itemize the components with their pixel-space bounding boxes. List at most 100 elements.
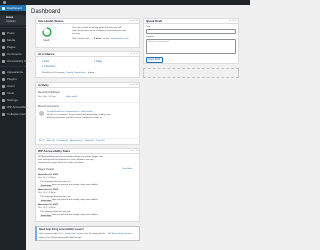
wrench-icon [2,91,5,95]
sidebar-item-label: Appearance [7,69,24,74]
entry-line: were not present but nearby, skips were … [52,199,98,201]
page-icon [2,45,5,49]
collapse-toggle-icon[interactable]: ▴ [136,84,138,86]
sidebar-item-comments[interactable]: Comments [0,51,26,57]
page-title: Dashboard [31,9,61,15]
move-up-icon[interactable]: ▲ [229,20,231,22]
move-down-icon[interactable]: ▼ [133,53,135,55]
admin-sidebar: Dashboard Home Updates Posts Media Pages… [0,5,32,250]
pages-count-link[interactable]: 1 Page [94,60,102,63]
sidebar-item-label: Accessibility Notes [7,58,33,63]
save-draft-button[interactable]: Save Draft [146,57,163,63]
comments-count-link[interactable]: 1 Comment [42,65,55,68]
filter-trash[interactable]: Trash (0) [96,140,105,143]
help-notice: Need help fixing accessibility issues? G… [35,226,140,241]
collapse-toggle-icon[interactable]: ▴ [136,150,138,152]
sidebar-item-label: Tools [7,90,15,95]
widget-title: WP Accessibility Stats [38,149,71,153]
move-down-icon[interactable]: ▼ [232,20,234,22]
filter-spam[interactable]: Spam (0) [85,140,94,143]
at-a-glance-widget: At a Glance ▲ ▼ ▴ 1 Post 1 Page 1 Commen… [35,51,140,78]
sidebar-item-label: Dashboard [7,5,22,10]
filter-pending[interactable]: Pending (0) [57,140,68,143]
view-more-link[interactable]: View More [122,168,132,171]
move-up-icon[interactable]: ▲ [130,53,132,55]
health-item-count: 5 items [94,38,102,40]
sidebar-item-accessibility-notes[interactable]: Accessibility Notes [0,58,32,64]
sidebar-item-plugins[interactable]: Plugins [0,76,26,82]
wp-version-text: WordPress 6.4 running [42,72,65,74]
sidebar-item-pages[interactable]: Pages [0,44,26,50]
sidebar-item-wp-accessibility[interactable]: WP Accessibility [0,104,29,110]
widget-controls: ▲ ▼ ▴ [130,84,138,86]
entry-line: were not present but nearby, skips were … [52,214,98,216]
entry-time: Nov 16 @ 4:38pm [38,207,56,209]
health-status-icon [42,27,52,37]
sidebar-item-label: WP Accessibility [7,104,29,109]
collapse-toggle-icon[interactable]: ▴ [136,20,138,22]
users-icon [2,84,5,88]
draft-title-input[interactable] [146,29,236,34]
sidebar-item-label: Users [7,83,15,88]
sidebar-item-label: Media [7,37,16,42]
draft-content-input[interactable]: What's on your mind? [146,39,236,54]
sidebar-item-settings[interactable]: Settings [0,97,26,103]
widget-controls: ▲ ▼ ▴ [130,53,138,55]
comment-filters: All (1) Mine (0) Pending (0) Approved (1… [39,140,105,143]
activity-widget: Activity ▲ ▼ ▴ Recently Published Nov 16… [35,82,140,145]
dashboard-submenu: Home Updates [0,15,26,25]
theme-link[interactable]: Twenty Twenty-Four [66,72,86,75]
menu-separator [0,66,26,67]
sidebar-item-appearance[interactable]: Appearance [0,69,26,75]
move-up-icon[interactable]: ▲ [130,20,132,22]
submenu-item-updates[interactable]: Updates [6,20,16,23]
entry-time: Nov 16 @ 4:38pm [38,192,56,194]
entry-line: were not present but nearby, skips were … [52,184,98,186]
recent-comments-heading: Recent Comments [38,105,59,108]
sidebar-item-media[interactable]: Media [0,37,26,43]
widget-header: At a Glance ▲ ▼ ▴ [36,52,139,57]
posts-count-link[interactable]: 1 Post [42,60,49,63]
filter-all[interactable]: All (1) [39,140,45,143]
wordpress-logo-icon[interactable] [3,1,6,4]
move-down-icon[interactable]: ▼ [133,150,135,152]
collapse-toggle-icon[interactable]: ▴ [136,53,138,55]
sidebar-item-users[interactable]: Users [0,83,26,89]
widget-controls: ▲ ▼ ▴ [130,20,138,22]
health-text: on the [103,38,110,40]
health-text: Take a look at the [72,38,90,40]
admin-bar [0,0,250,5]
pin-icon [2,31,5,35]
move-down-icon[interactable]: ▼ [133,20,135,22]
published-date: Nov 16th, 2:09 pm [38,96,56,98]
move-down-icon[interactable]: ▼ [133,84,135,86]
sidebar-item-label: Pages [7,44,16,49]
wp-accessibility-services-link[interactable]: WP Accessibility Services [108,233,133,236]
sidebar-item-label: Comments [7,51,22,56]
fixed-skips-badge: Fixed skips [40,199,53,202]
draft-content-placeholder: What's on your mind? [148,41,170,43]
sidebar-item-posts[interactable]: Posts [0,30,26,36]
filter-approved[interactable]: Approved (1) [70,140,83,143]
sidebar-item-label: Plugins [7,76,17,81]
site-health-link[interactable]: Site Health screen [111,38,129,41]
widget-title: At a Glance [38,52,55,56]
sidebar-item-label: Collapse menu [7,111,28,116]
wp-accessibility-stats-widget: WP Accessibility Stats ▲ ▼ ▴ WP Accessib… [35,148,140,222]
sidebar-item-collapse-menu[interactable]: Collapse menu [0,111,28,117]
move-up-icon[interactable]: ▲ [130,84,132,86]
sidebar-item-tools[interactable]: Tools [0,90,26,96]
filter-mine[interactable]: Mine (0) [47,140,55,143]
widget-controls: ▲ ▼ ▴ [229,20,237,22]
recently-published-heading: Recently Published [38,91,60,94]
move-up-icon[interactable]: ▲ [130,150,132,152]
widget-header: Quick Draft ▲ ▼ ▴ [144,19,238,24]
collapse-toggle-icon[interactable]: ▴ [235,20,237,22]
sidebar-item-dashboard[interactable]: Dashboard [0,5,26,11]
submenu-item-home[interactable]: Home [6,16,13,19]
brush-icon [2,70,5,74]
published-post-link[interactable]: Hello world! [66,96,77,99]
divider [38,138,138,139]
theme-suffix: theme. [88,72,95,74]
health-text: security. [72,33,80,35]
